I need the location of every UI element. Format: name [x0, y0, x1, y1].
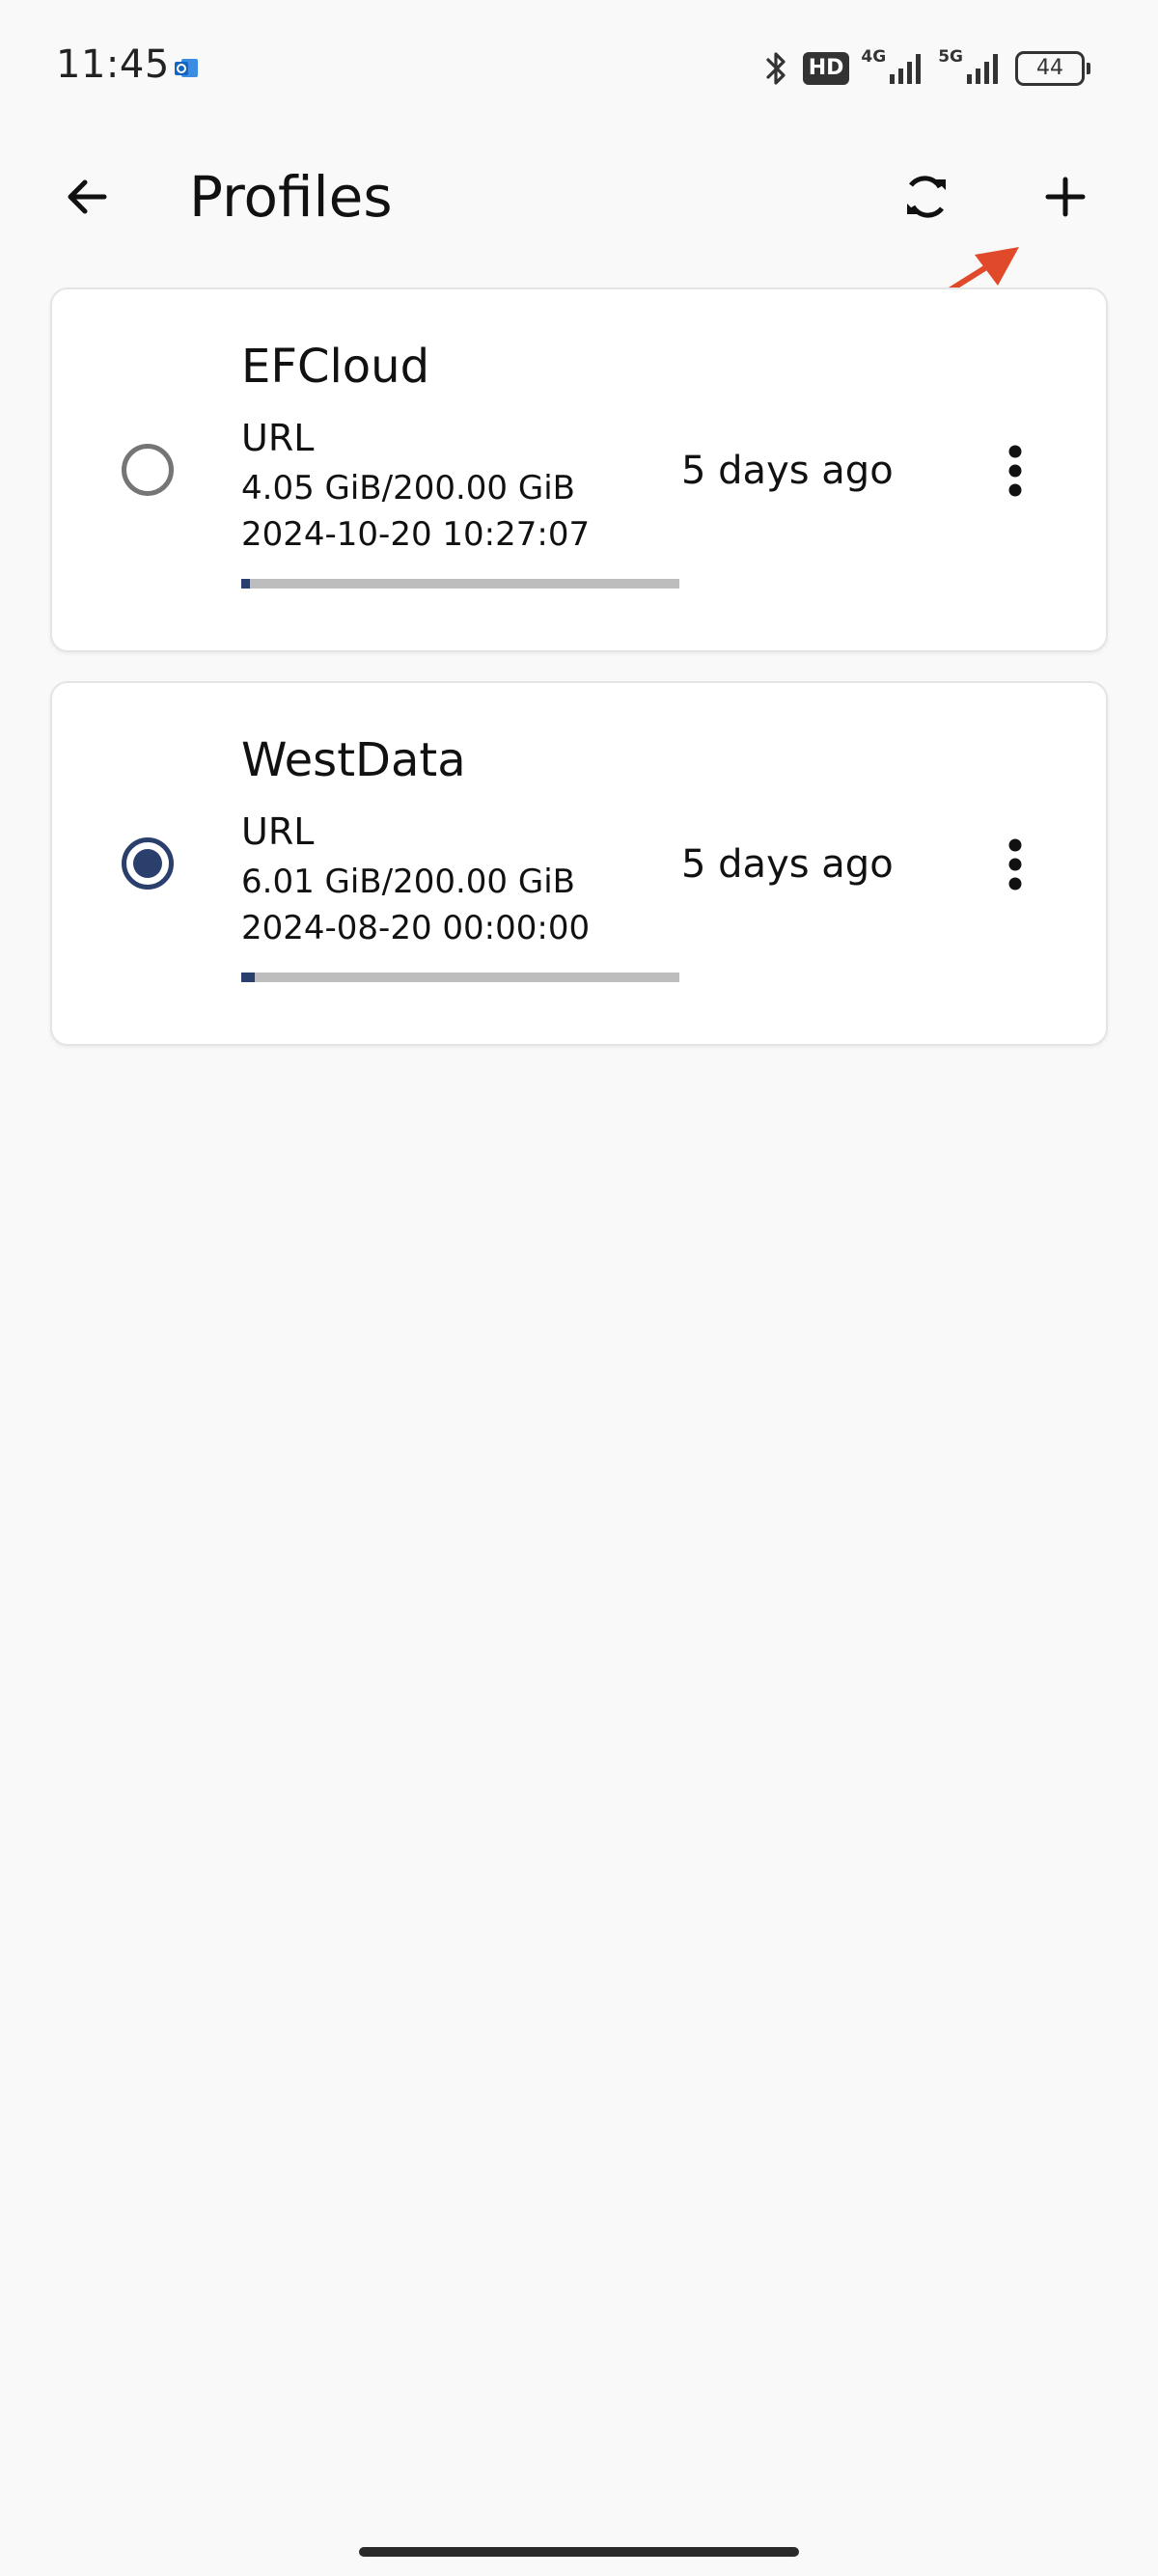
usage-progress-fill [241, 579, 251, 589]
outlook-icon [175, 59, 198, 77]
profile-list: EFCloud URL 4.05 GiB/200.00 GiB 2024-10-… [50, 288, 1108, 1075]
back-arrow-icon[interactable] [56, 166, 118, 228]
signal-icon [890, 54, 922, 84]
profile-updated: 5 days ago [681, 842, 894, 887]
usage-progress-bar [241, 973, 679, 982]
signal-icon [967, 54, 998, 84]
network-5g: 5G [938, 47, 1004, 88]
profile-usage: 4.05 GiB/200.00 GiB [241, 469, 575, 507]
plus-icon[interactable] [1031, 162, 1100, 232]
home-indicator[interactable] [359, 2547, 799, 2557]
more-vert-icon[interactable] [977, 826, 1054, 903]
sync-icon[interactable] [892, 162, 961, 232]
network-4g-label: 4G [861, 47, 887, 67]
profile-name: WestData [241, 733, 466, 787]
status-time: 11:45 [56, 42, 170, 87]
profile-name: EFCloud [241, 340, 430, 394]
profile-expiry: 2024-08-20 00:00:00 [241, 909, 591, 947]
status-bar: 11:45 HD 4G 5G 44 [0, 0, 1158, 135]
app-bar: Profiles [0, 145, 1158, 251]
bluetooth-icon [766, 52, 786, 85]
profile-card[interactable]: WestData URL 6.01 GiB/200.00 GiB 2024-08… [50, 681, 1108, 1046]
status-icons: HD 4G 5G 44 [762, 44, 1090, 93]
profile-radio[interactable] [122, 444, 174, 496]
profile-expiry: 2024-10-20 10:27:07 [241, 515, 591, 554]
battery-icon: 44 [1015, 51, 1090, 86]
profile-radio[interactable] [122, 837, 174, 890]
network-5g-label: 5G [938, 47, 963, 67]
more-vert-icon[interactable] [977, 432, 1054, 509]
usage-progress-fill [241, 973, 255, 982]
battery-level: 44 [1015, 51, 1085, 86]
network-4g: 4G [861, 47, 926, 88]
page-title: Profiles [189, 164, 393, 230]
profile-type: URL [241, 810, 315, 853]
hd-badge: HD [802, 52, 850, 85]
battery-tip [1087, 63, 1090, 74]
usage-progress-bar [241, 579, 679, 589]
profile-type: URL [241, 417, 315, 459]
profile-card[interactable]: EFCloud URL 4.05 GiB/200.00 GiB 2024-10-… [50, 288, 1108, 652]
profile-updated: 5 days ago [681, 449, 894, 493]
profile-usage: 6.01 GiB/200.00 GiB [241, 863, 575, 901]
